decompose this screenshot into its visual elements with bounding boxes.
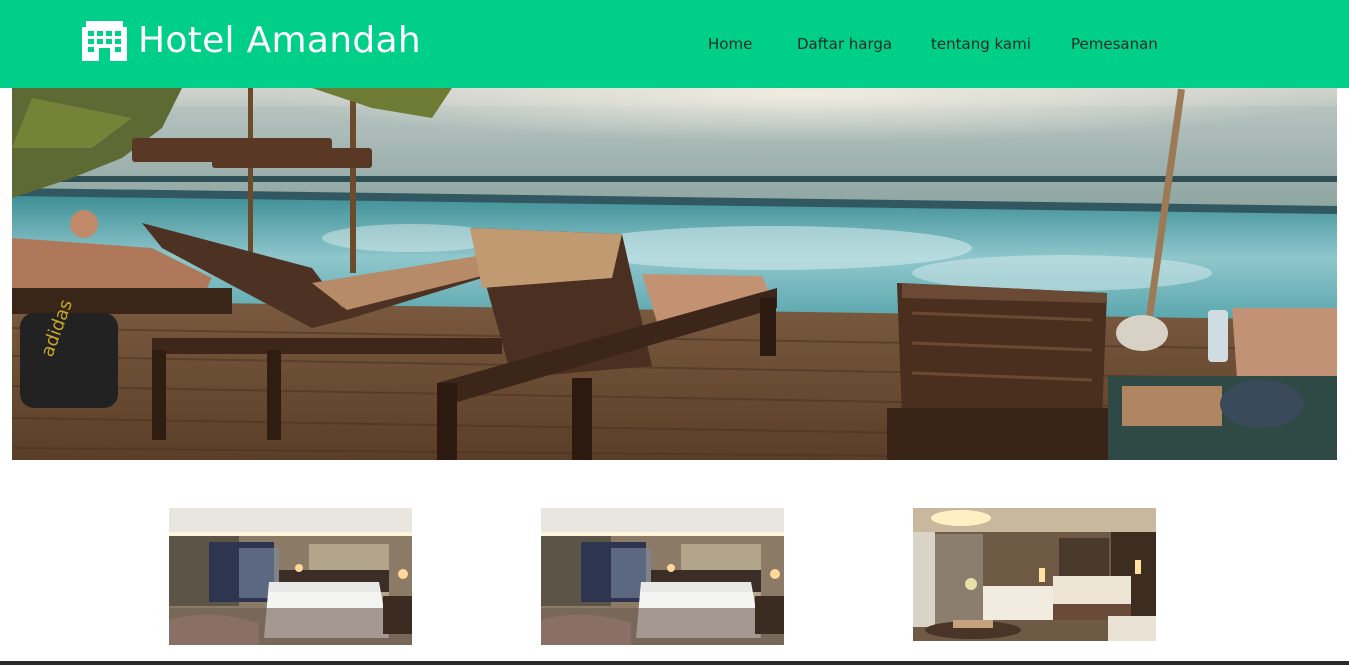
room-image-1: [169, 508, 412, 645]
nav-home[interactable]: Home: [708, 34, 752, 54]
brand-link[interactable]: Hotel Amandah: [82, 20, 421, 62]
hotel-room-illustration: [169, 508, 412, 645]
pool-deck-illustration: adidas: [12, 88, 1337, 460]
hero-image: adidas: [12, 88, 1337, 460]
hotel-building-icon: [82, 21, 127, 61]
room-image-3: [913, 508, 1156, 641]
room-image-2: [541, 508, 784, 645]
brand-name: Hotel Amandah: [138, 20, 422, 61]
hotel-suite-illustration: [913, 508, 1156, 641]
bottom-divider: [0, 661, 1349, 665]
nav-pemesanan[interactable]: Pemesanan: [1071, 34, 1158, 54]
navbar: Hotel Amandah Home Daftar harga tentang …: [0, 0, 1349, 88]
nav-daftar-harga[interactable]: Daftar harga: [797, 34, 892, 54]
hotel-room-illustration: [541, 508, 784, 645]
nav-tentang-kami[interactable]: tentang kami: [931, 34, 1031, 54]
